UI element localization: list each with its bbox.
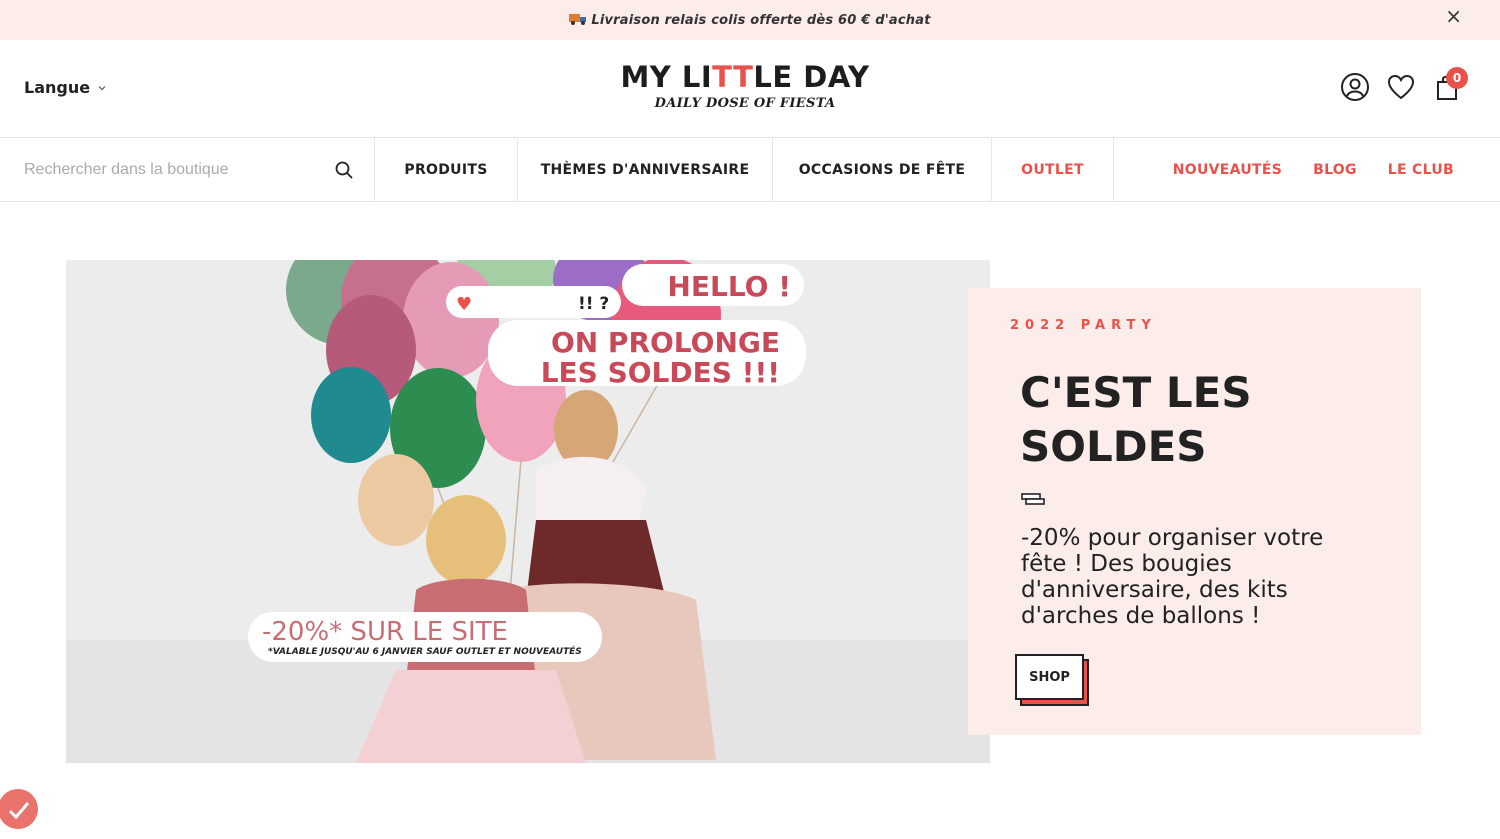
hero-eyebrow: 2022 PARTY <box>1010 318 1157 333</box>
heart-icon[interactable] <box>1386 72 1416 102</box>
shop-button-wrap: SHOP <box>1015 654 1089 706</box>
nav-item-themes[interactable]: THÈMES D'ANNIVERSAIRE <box>518 138 773 201</box>
hero-panel: 2022 PARTY C'EST LES SOLDES -20% pour or… <box>968 288 1421 735</box>
hero-description: -20% pour organiser votre fête ! Des bou… <box>1021 525 1324 629</box>
check-icon <box>8 802 30 820</box>
search-icon[interactable] <box>334 160 354 180</box>
truck-icon <box>569 13 587 25</box>
nav-link-club[interactable]: LE CLUB <box>1388 162 1454 178</box>
site-header: Langue MY LITTLE DAY DAILY DOSE OF FIEST… <box>0 40 1500 138</box>
nav-item-outlet[interactable]: OUTLET <box>992 138 1114 201</box>
logo-tagline: DAILY DOSE OF FIESTA <box>654 96 836 111</box>
nav-item-produits[interactable]: PRODUITS <box>375 138 518 201</box>
divider-icon <box>1021 493 1045 505</box>
main-navigation: PRODUITS THÈMES D'ANNIVERSAIRE OCCASIONS… <box>0 138 1500 202</box>
svg-text:ON PROLONGE: ON PROLONGE <box>551 326 780 359</box>
announcement-text: Livraison relais colis offerte dès 60 € … <box>591 12 931 28</box>
search-input[interactable] <box>24 160 334 179</box>
hero-title: C'EST LES SOLDES <box>1020 368 1252 471</box>
chevron-down-icon <box>98 85 106 90</box>
shop-button[interactable]: SHOP <box>1015 654 1084 700</box>
announcement-bar: Livraison relais colis offerte dès 60 € … <box>0 0 1500 40</box>
announcement-text-wrap: Livraison relais colis offerte dès 60 € … <box>569 13 930 28</box>
svg-text:-20%* SUR LE SITE: -20%* SUR LE SITE <box>262 617 508 647</box>
site-logo[interactable]: MY LITTLE DAY DAILY DOSE OF FIESTA <box>620 60 870 111</box>
language-selector[interactable]: Langue <box>24 78 106 97</box>
close-icon[interactable]: × <box>1445 6 1462 26</box>
svg-text:♥: ♥ <box>456 294 472 315</box>
bag-icon[interactable]: 0 <box>1432 67 1468 102</box>
nav-link-blog[interactable]: BLOG <box>1313 162 1357 178</box>
search-bar <box>0 138 375 201</box>
header-icons: 0 <box>1340 67 1468 102</box>
hero-image[interactable]: ♥ !! ? HELLO ! ON PROLONGE LES SOLDES !!… <box>66 260 990 763</box>
language-label: Langue <box>24 78 91 97</box>
svg-text:HELLO !: HELLO ! <box>667 270 791 303</box>
nav-link-nouveautes[interactable]: NOUVEAUTÉS <box>1173 162 1282 178</box>
cart-count-badge: 0 <box>1446 67 1468 89</box>
floating-cookie-button[interactable] <box>0 789 38 829</box>
logo-wordmark: MY LITTLE DAY <box>620 60 870 94</box>
nav-right-links: NOUVEAUTÉS BLOG LE CLUB <box>1114 138 1500 201</box>
svg-text:*VALABLE JUSQU'AU 6 JANVIER SA: *VALABLE JUSQU'AU 6 JANVIER SAUF OUTLET … <box>268 645 582 657</box>
svg-text:!! ?: !! ? <box>578 294 609 314</box>
nav-item-occasions[interactable]: OCCASIONS DE FÊTE <box>773 138 992 201</box>
svg-text:LES SOLDES !!!: LES SOLDES !!! <box>541 356 780 389</box>
user-icon[interactable] <box>1340 72 1370 102</box>
